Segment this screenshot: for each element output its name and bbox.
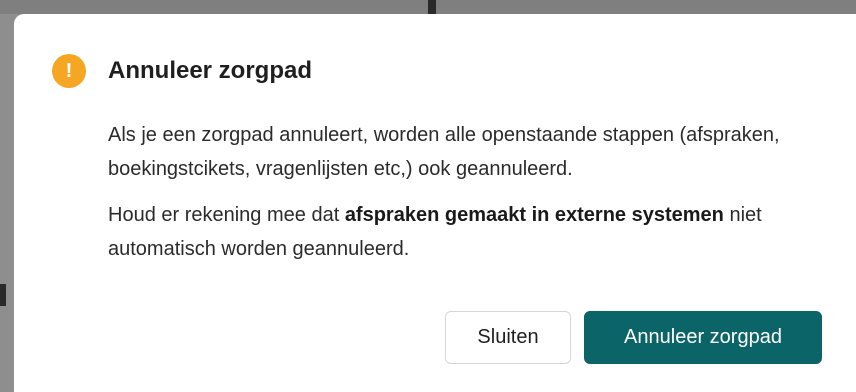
dialog-paragraph-1: Als je een zorgpad annuleert, worden all… [108, 124, 780, 180]
dialog-body: Als je een zorgpad annuleert, worden all… [108, 118, 828, 278]
close-button[interactable]: Sluiten [445, 311, 571, 364]
warning-icon: ! [52, 54, 86, 88]
confirm-cancel-care-path-button[interactable]: Annuleer zorgpad [584, 311, 822, 364]
background-glyph [428, 0, 436, 14]
dialog-actions: Sluiten Annuleer zorgpad [445, 311, 822, 364]
cancel-care-path-dialog: ! Annuleer zorgpad Als je een zorgpad an… [14, 14, 856, 392]
dialog-title: Annuleer zorgpad [108, 57, 313, 84]
paragraph-2-emphasis: afspraken gemaakt in externe systemen [344, 204, 724, 226]
paragraph-2-prefix: Houd er rekening mee dat [108, 204, 345, 226]
dialog-paragraph-2: Houd er rekening mee dat afspraken gemaa… [108, 198, 828, 266]
background-glyph [0, 284, 6, 306]
